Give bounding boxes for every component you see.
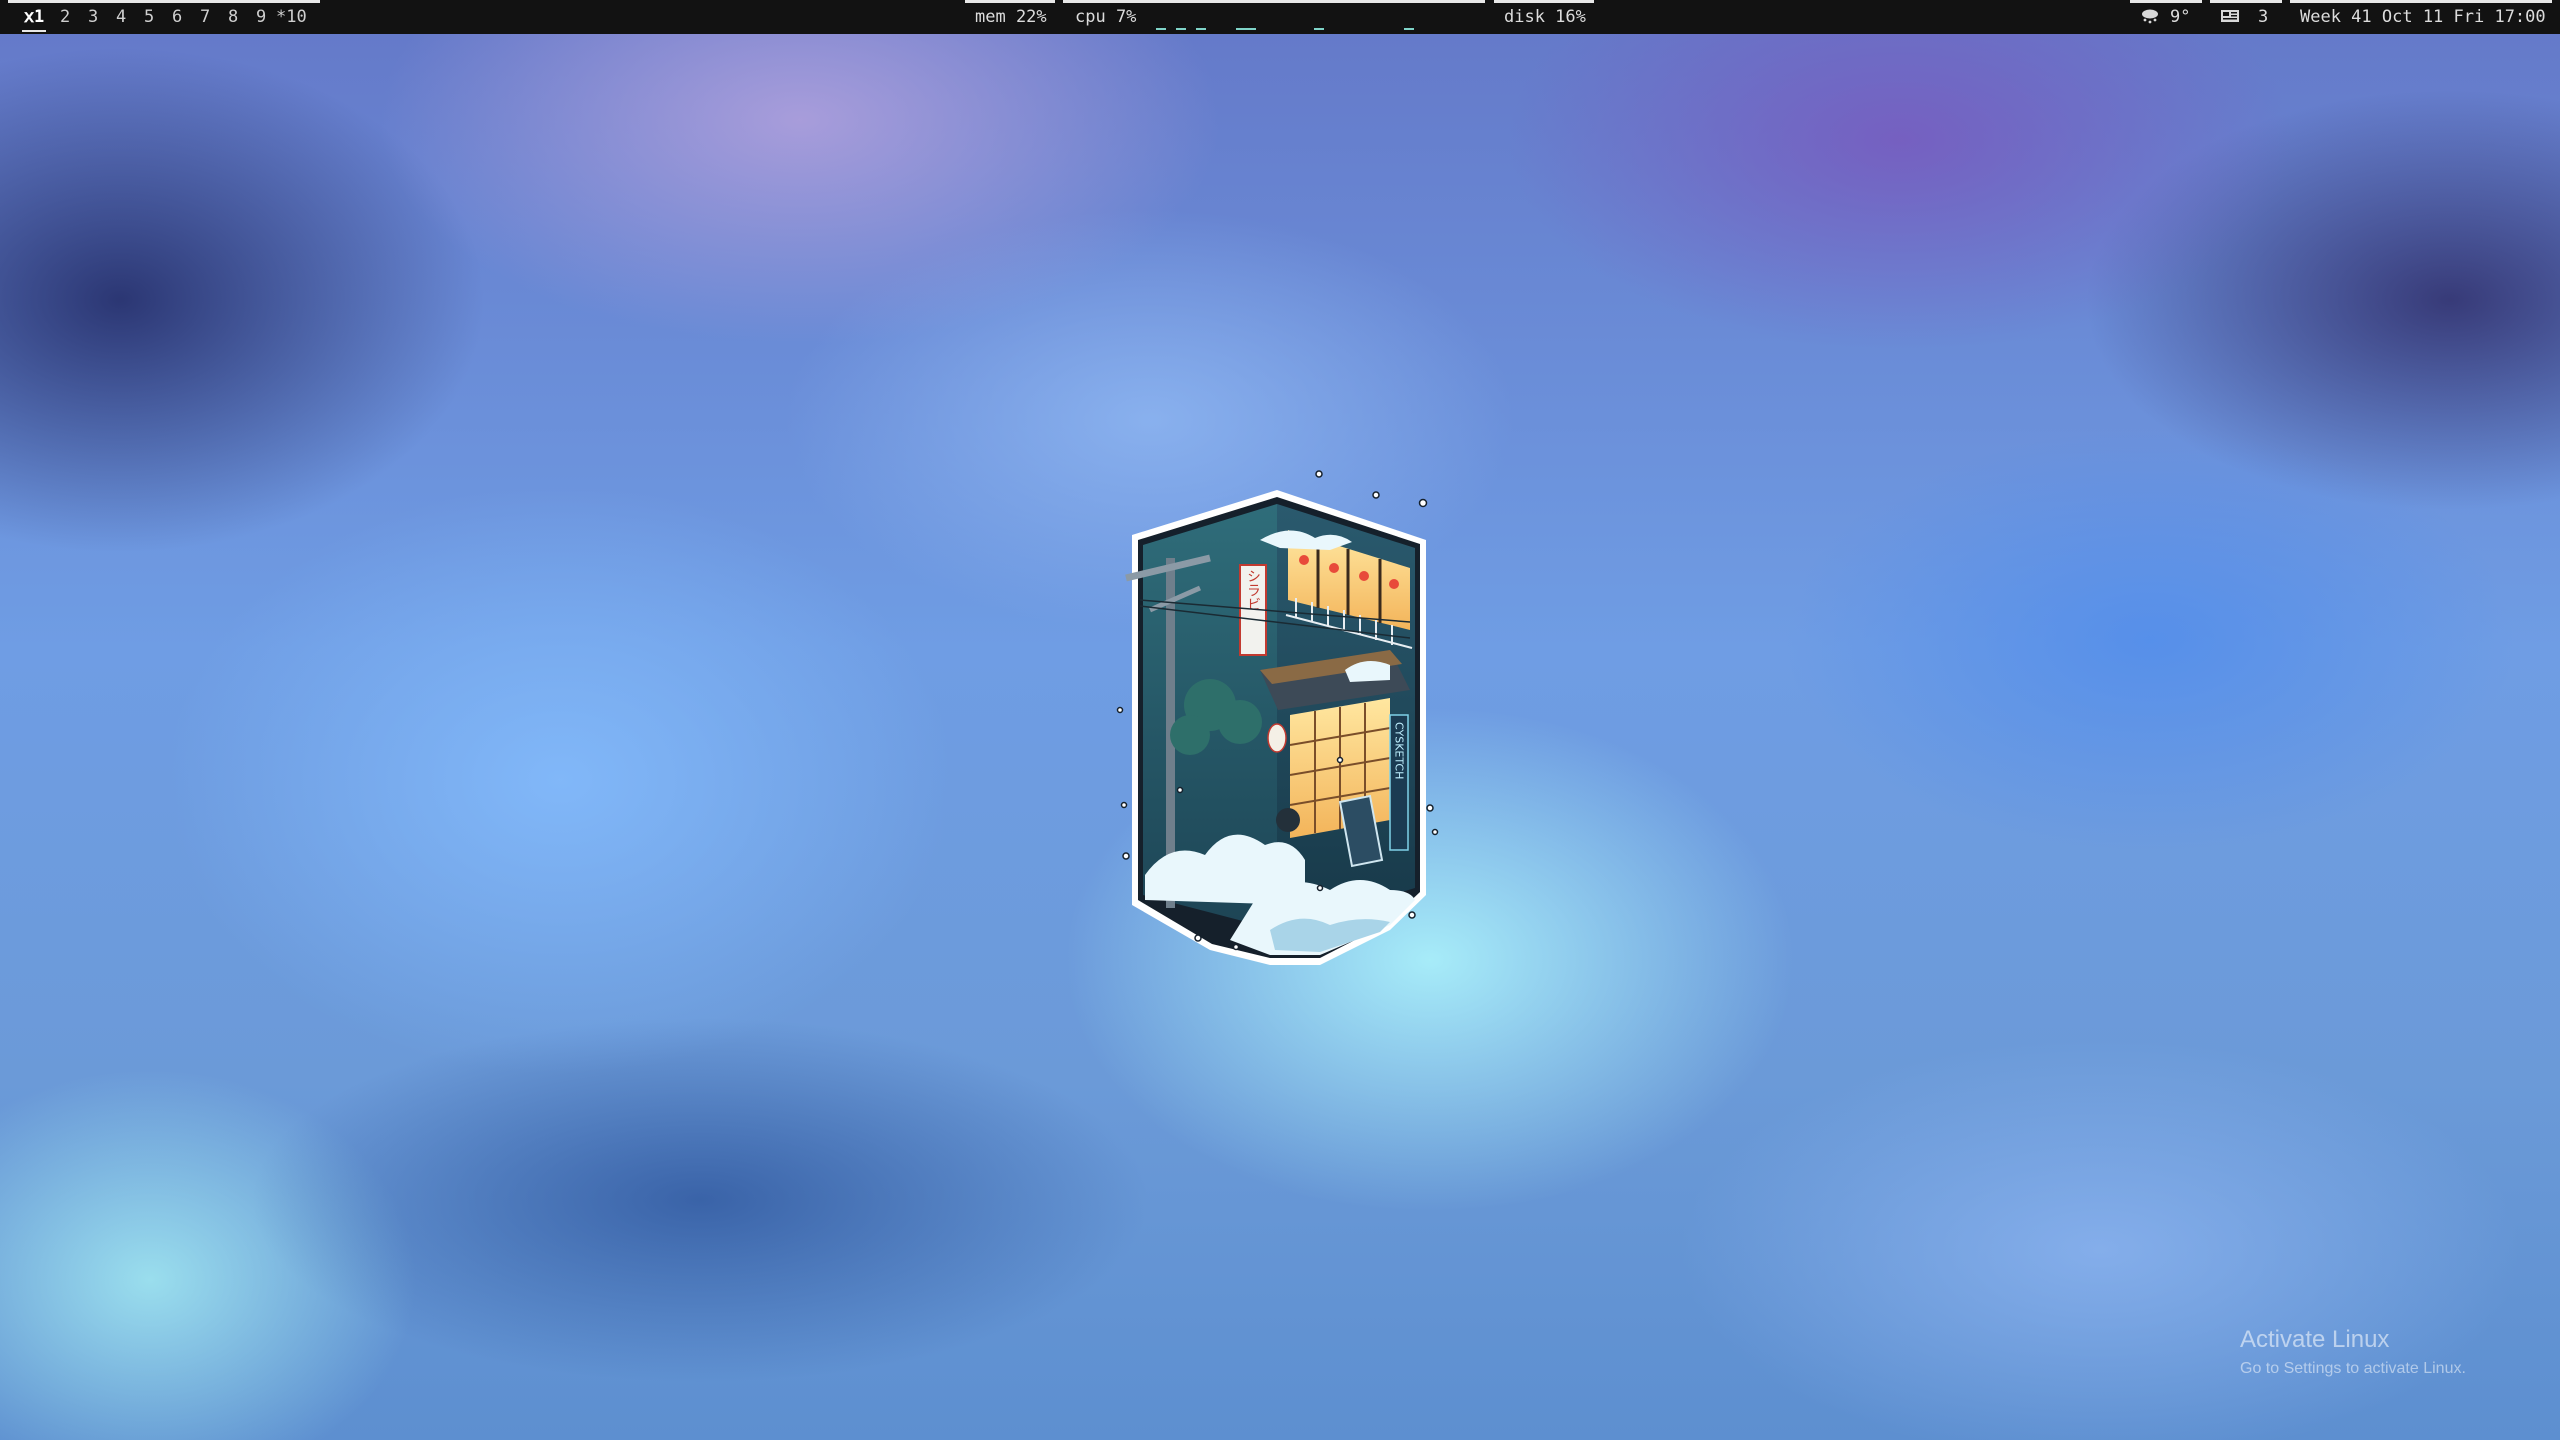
clock[interactable]: Week 41 Oct 11 Fri 17:00 — [2300, 0, 2546, 34]
side-sign-text: CYSKETCH — [1393, 722, 1406, 779]
news-count[interactable]: 3 — [2258, 0, 2268, 34]
wallpaper-artwork: シラビ CYSKETCH — [1116, 470, 1439, 965]
cpu-usage[interactable]: cpu 7% — [1075, 0, 1136, 34]
top-status-bar: ⅹ1 2 3 4 5 6 7 8 9 *10 mem 22% cpu 7% di… — [0, 0, 2560, 34]
memory-usage[interactable]: mem 22% — [975, 0, 1047, 34]
desktop-wallpaper: ⅹ1 2 3 4 5 6 7 8 9 *10 mem 22% cpu 7% di… — [0, 0, 2560, 1440]
weather-temperature[interactable]: 9° — [2170, 0, 2190, 34]
news-indicator-line — [2210, 0, 2282, 3]
cpu-graph-bar — [1156, 28, 1166, 30]
workspace-7-button[interactable]: 7 — [200, 0, 210, 34]
workspace-9-button[interactable]: 9 — [256, 0, 266, 34]
cpu-graph-bar — [1176, 28, 1186, 30]
activate-linux-title: Activate Linux — [2240, 1326, 2390, 1353]
activate-linux-subtitle: Go to Settings to activate Linux. — [2240, 1360, 2466, 1377]
workspace-3-button[interactable]: 3 — [88, 0, 98, 34]
cpu-graph-bar — [1314, 28, 1324, 30]
cpu-usage-graph — [1152, 18, 1482, 30]
cpu-graph-bar — [1196, 28, 1206, 30]
weather-indicator-line — [2130, 0, 2202, 3]
workspace-1-button[interactable]: ⅹ1 — [21, 0, 47, 34]
workspace-4-button[interactable]: 4 — [116, 0, 126, 34]
cpu-graph-bar — [1236, 28, 1256, 30]
workspace-5-button[interactable]: 5 — [144, 0, 154, 34]
disk-usage[interactable]: disk 16% — [1504, 0, 1586, 34]
snow-cloud-icon — [2142, 9, 2158, 24]
workspace-6-button[interactable]: 6 — [172, 0, 182, 34]
workspace-8-button[interactable]: 8 — [228, 0, 238, 34]
workspace-10-button[interactable]: *10 — [276, 0, 307, 34]
paper-lantern — [1267, 723, 1287, 753]
workspaces-indicator-line — [8, 0, 320, 3]
cpu-graph-bar — [1404, 28, 1414, 30]
plant-pot — [1276, 808, 1300, 832]
newspaper-icon — [2221, 10, 2239, 22]
vertical-sign-text: シラビ — [1245, 569, 1261, 611]
workspace-2-button[interactable]: 2 — [60, 0, 70, 34]
